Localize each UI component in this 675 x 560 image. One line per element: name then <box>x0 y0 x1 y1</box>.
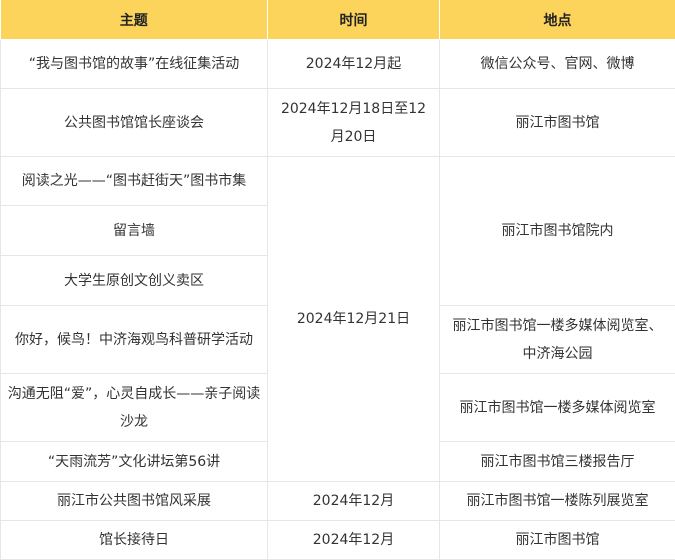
topic-cell: 馆长接待日 <box>0 520 268 560</box>
topic-cell: 阅读之光——“图书赶街天”图书市集 <box>0 156 268 206</box>
place-cell: 微信公众号、官网、微博 <box>439 39 675 89</box>
table-row: “我与图书馆的故事”在线征集活动 2024年12月起 微信公众号、官网、微博 <box>0 39 675 89</box>
place-cell: 丽江市图书馆三楼报告厅 <box>439 441 675 482</box>
header-row: 主题 时间 地点 <box>0 0 675 40</box>
place-cell: 丽江市图书馆一楼陈列展览室 <box>439 481 675 521</box>
place-cell: 丽江市图书馆院内 <box>439 156 675 306</box>
topic-cell: 公共图书馆馆长座谈会 <box>0 88 268 157</box>
time-cell: 2024年12月21日 <box>267 156 440 482</box>
table-row: 阅读之光——“图书赶街天”图书市集 2024年12月21日 丽江市图书馆院内 <box>0 156 675 482</box>
header-place: 地点 <box>439 0 675 40</box>
header-topic: 主题 <box>0 0 268 40</box>
table-row: 公共图书馆馆长座谈会 2024年12月18日至12月20日 丽江市图书馆 <box>0 88 675 157</box>
time-cell: 2024年12月18日至12月20日 <box>267 88 440 157</box>
topic-cell: 你好，候鸟！中济海观鸟科普研学活动 <box>0 305 268 374</box>
time-cell: 2024年12月 <box>267 481 440 521</box>
topic-cell: “天雨流芳”文化讲坛第56讲 <box>0 441 268 482</box>
place-cell: 丽江市图书馆一楼多媒体阅览室 <box>439 373 675 442</box>
place-cell: 丽江市图书馆 <box>439 88 675 157</box>
time-cell: 2024年12月 <box>267 520 440 560</box>
header-time: 时间 <box>267 0 440 40</box>
topic-cell: 大学生原创文创义卖区 <box>0 255 268 306</box>
topic-cell: 丽江市公共图书馆风采展 <box>0 481 268 521</box>
place-cell: 丽江市图书馆 <box>439 520 675 560</box>
table-row: 丽江市公共图书馆风采展 2024年12月 丽江市图书馆一楼陈列展览室 <box>0 481 675 521</box>
topic-cell: 沟通无阻“爱”，心灵自成长——亲子阅读沙龙 <box>0 373 268 442</box>
topic-cell: “我与图书馆的故事”在线征集活动 <box>0 39 268 89</box>
events-table: 主题 时间 地点 “我与图书馆的故事”在线征集活动 2024年12月起 微信公众… <box>0 0 675 560</box>
place-cell: 丽江市图书馆一楼多媒体阅览室、中济海公园 <box>439 305 675 374</box>
table-row: 馆长接待日 2024年12月 丽江市图书馆 <box>0 520 675 560</box>
time-cell: 2024年12月起 <box>267 39 440 89</box>
topic-cell: 留言墙 <box>0 205 268 256</box>
